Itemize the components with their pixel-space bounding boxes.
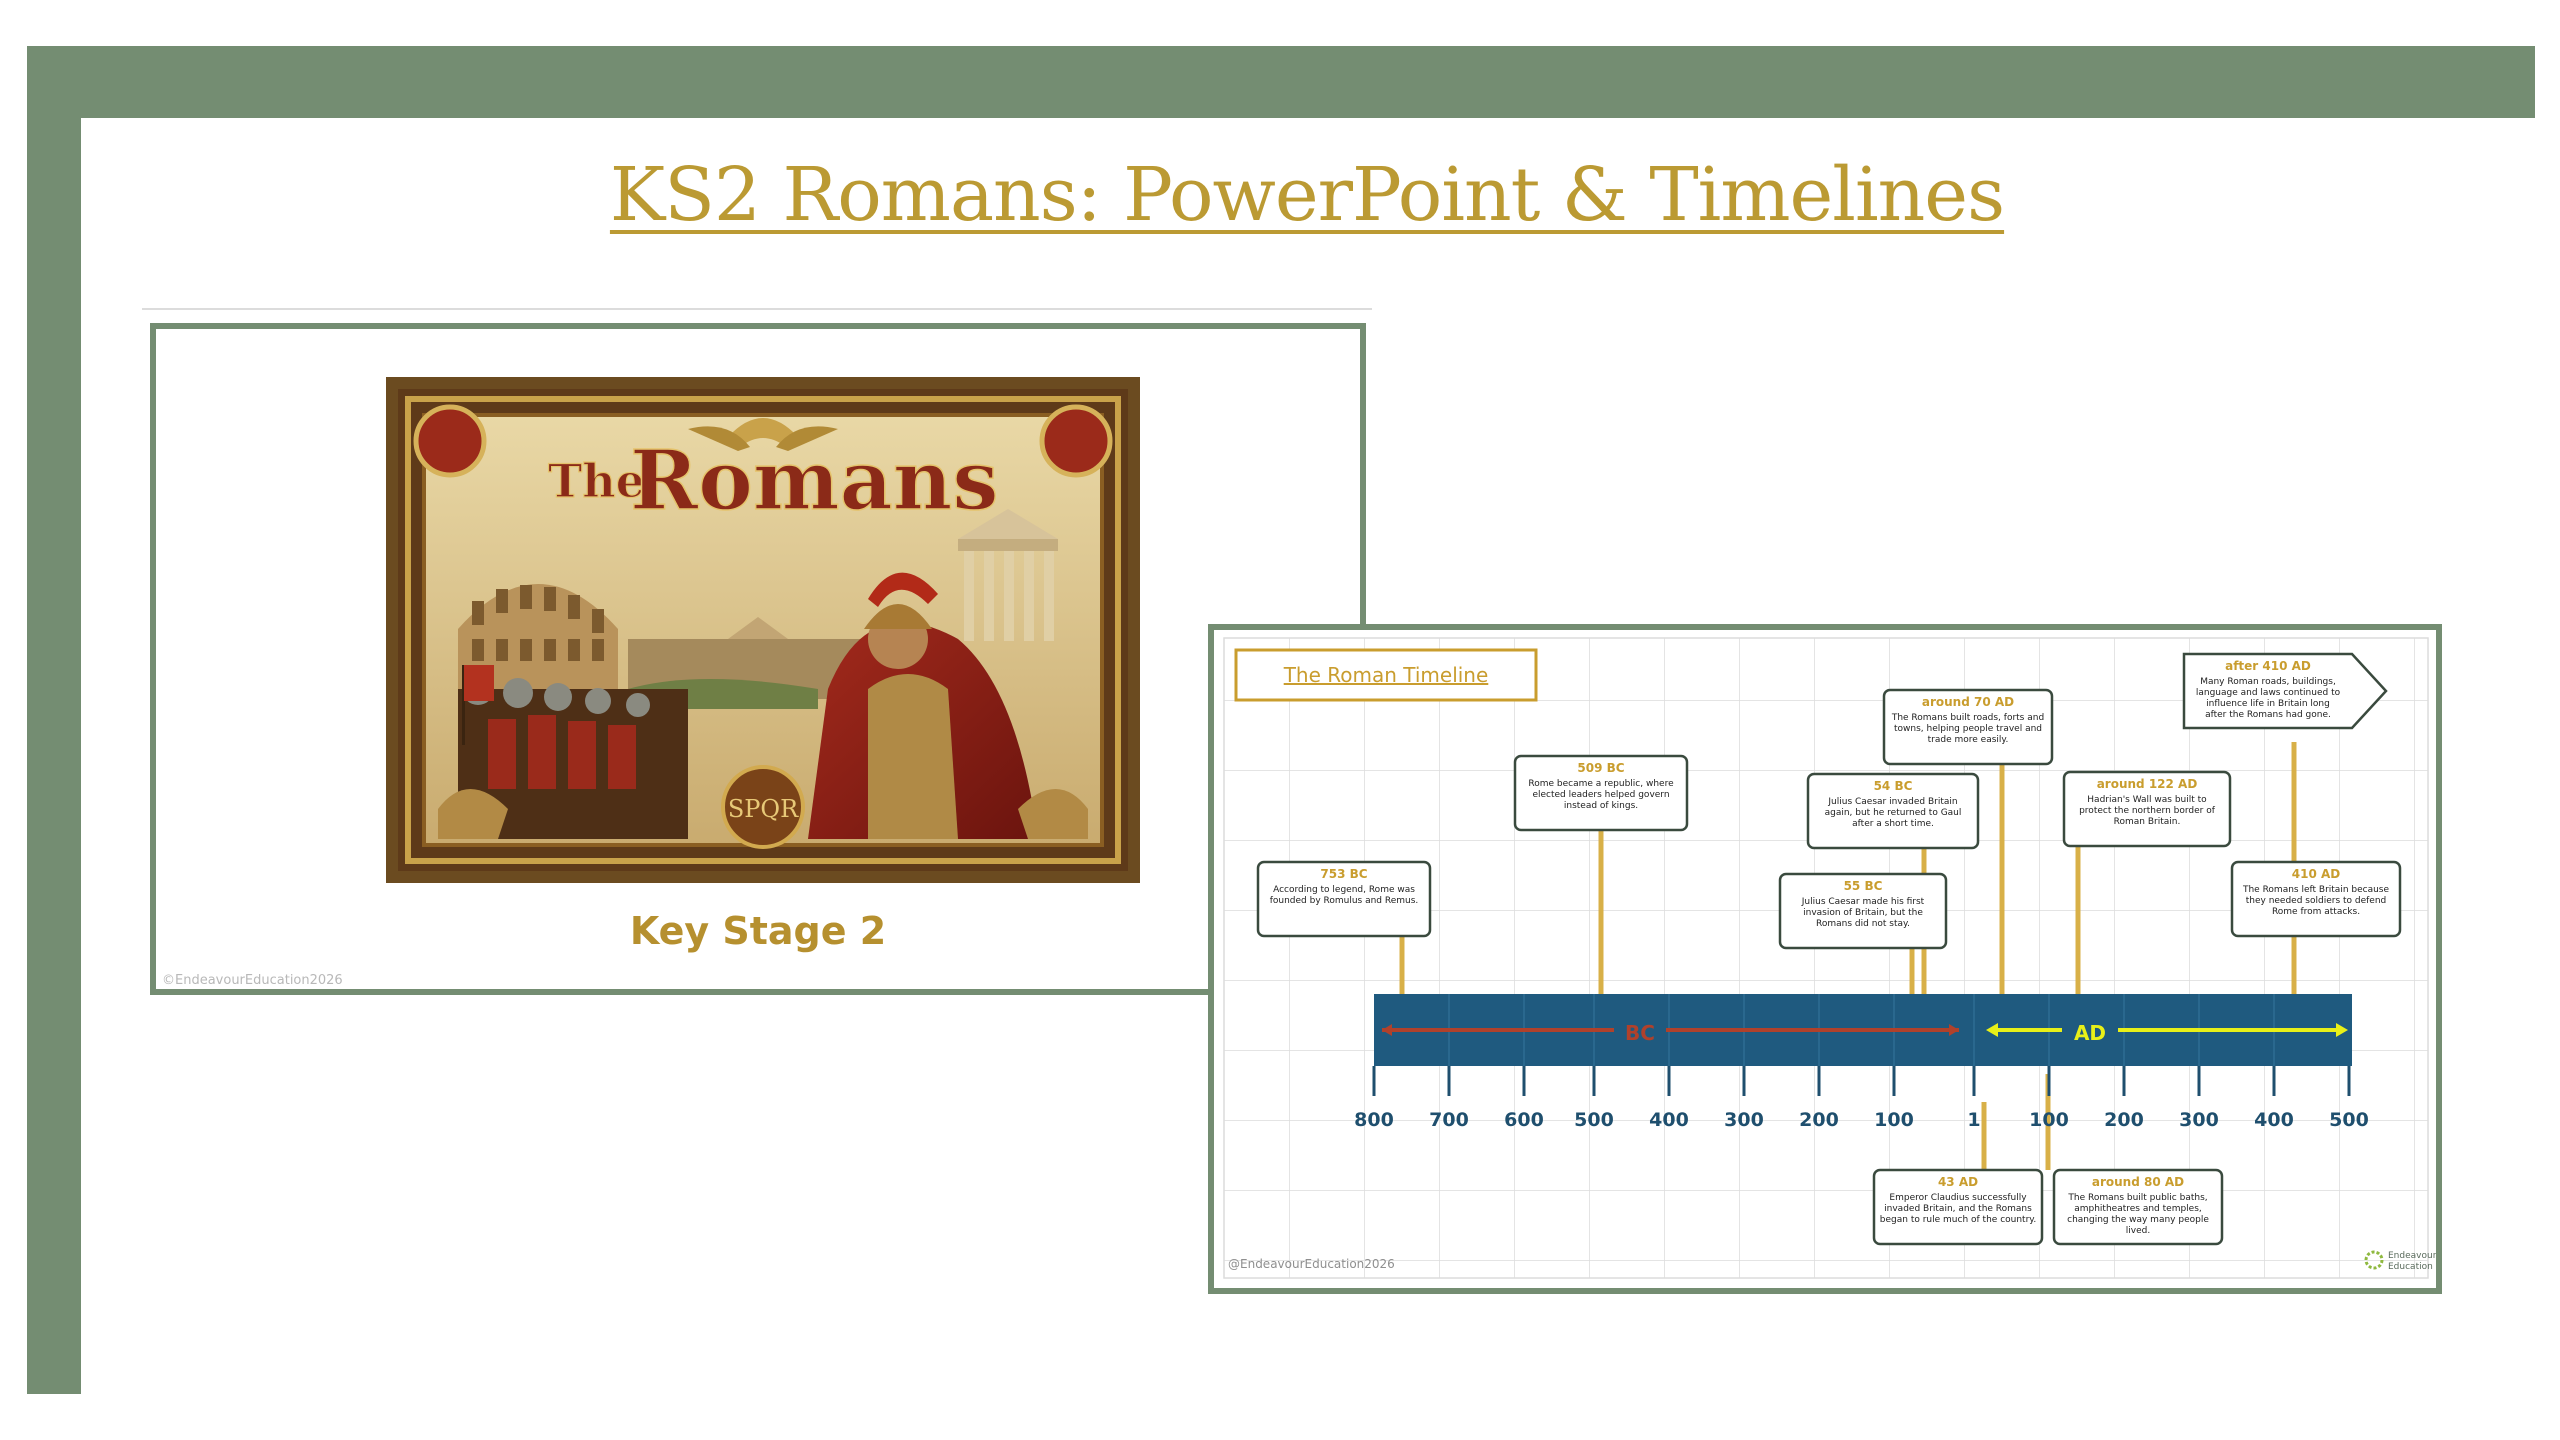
timeline-event-card: 410 ADThe Romans left Britain because the… <box>2230 860 2402 938</box>
tick-label: 300 <box>2179 1109 2219 1131</box>
divider-line <box>142 308 1372 310</box>
event-description: Many Roman roads, buildings, language and… <box>2196 677 2341 720</box>
cover-copyright: ©EndeavourEducation2026 <box>162 973 343 988</box>
event-date: 753 BC <box>1320 867 1367 881</box>
event-date: 410 AD <box>2292 867 2341 881</box>
svg-text:Education: Education <box>2388 1262 2433 1272</box>
event-date: after 410 AD <box>2225 659 2311 673</box>
event-date: around 122 AD <box>2097 777 2198 791</box>
timeline-event-card: 753 BC According to legend, Rome was found… <box>1256 860 1432 938</box>
bc-label: BC <box>1625 1021 1655 1045</box>
tick-label: 200 <box>1799 1109 1839 1131</box>
timeline-event-card: around 80 ADThe Romans built public bath… <box>2052 1168 2224 1246</box>
key-stage-subtitle: Key Stage 2 <box>629 909 887 953</box>
event-date: around 80 AD <box>2092 1175 2184 1189</box>
tick-label: 800 <box>1354 1109 1394 1131</box>
tick-label: 500 <box>2329 1109 2369 1131</box>
svg-text:Endeavour: Endeavour <box>2388 1251 2436 1261</box>
timeline-title: The Roman Timeline <box>1283 663 1489 687</box>
tick-label: 300 <box>1724 1109 1764 1131</box>
cover-slide-thumbnail[interactable]: SPQR The Romans Key Stage 2 ©EndeavourEd… <box>150 323 1366 995</box>
tick-label: 100 <box>2029 1109 2069 1131</box>
event-date: 55 BC <box>1844 879 1883 893</box>
tick-label: 500 <box>1574 1109 1614 1131</box>
slide-title: KS2 Romans: PowerPoint & Timelines <box>609 152 2005 238</box>
timeline-slide-thumbnail[interactable]: BC AD 800 700 600 500 400 300 200 100 1 100 200 300… <box>1208 624 2442 1294</box>
romans-poster-image: SPQR The Romans <box>386 377 1140 883</box>
event-date: around 70 AD <box>1922 695 2014 709</box>
tick-label: 400 <box>2254 1109 2294 1131</box>
event-date: 43 AD <box>1938 1175 1978 1189</box>
event-date: 54 BC <box>1874 779 1913 793</box>
timeline-event-card: 509 BCRome became a republic, where elect… <box>1513 754 1689 832</box>
timeline-event-card: after 410 AD Many Roman roads, buildings,… <box>2182 652 2388 730</box>
tick-label: 600 <box>1504 1109 1544 1131</box>
timeline-graphic: BC AD 800 700 600 500 400 300 200 100 1 100 200 300… <box>1214 630 2436 1288</box>
tick-label: 700 <box>1429 1109 1469 1131</box>
timeline-event-card: 55 BC Julius Caesar made his first invasio… <box>1778 872 1948 950</box>
event-date: 509 BC <box>1577 761 1624 775</box>
tick-label: 200 <box>2104 1109 2144 1131</box>
ad-label: AD <box>2074 1021 2106 1045</box>
timeline-event-card: 54 BCJulius Caesar invaded Britain again,… <box>1806 772 1980 850</box>
timeline-copyright: @EndeavourEducation2026 <box>1228 1257 1395 1271</box>
timeline-event-card: around 70 ADThe Romans built roads, fort… <box>1882 688 2054 766</box>
tick-label: 400 <box>1649 1109 1689 1131</box>
tick-label: 100 <box>1874 1109 1914 1131</box>
event-description: Emperor Claudius successfully invaded Bri… <box>1880 1193 2036 1225</box>
seal-text: SPQR <box>728 795 799 823</box>
timeline-event-card: around 122 ADHadrian's Wall was built to… <box>2062 770 2232 848</box>
timeline-event-card: 43 AD Emperor Claudius successfully invade… <box>1872 1168 2044 1246</box>
poster-title-large: Romans <box>630 433 999 529</box>
tick-label: 1 <box>1967 1109 1980 1131</box>
event-description: Julius Caesar made his first invasion of … <box>1801 897 1925 929</box>
event-description: According to legend, Rome was founded by … <box>1270 885 1419 906</box>
